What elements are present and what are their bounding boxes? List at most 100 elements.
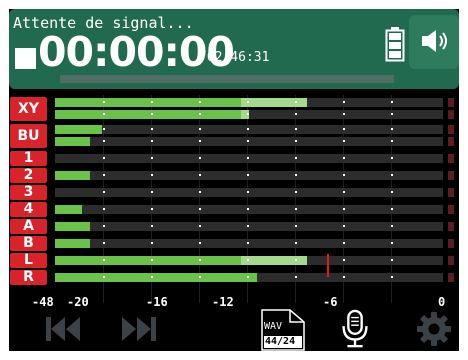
meter-tick — [199, 101, 201, 103]
skip-previous-icon[interactable] — [43, 309, 83, 349]
meter-tick — [343, 191, 345, 193]
track-label[interactable]: 1 — [10, 151, 47, 166]
meter-bar — [55, 273, 443, 282]
track-label[interactable]: A — [10, 219, 47, 234]
meter-tick — [343, 128, 345, 130]
meter-tick — [295, 191, 297, 193]
meter-tick — [295, 113, 297, 115]
meter-bar — [55, 205, 443, 214]
track-label[interactable]: R — [10, 270, 47, 285]
meter-bar — [55, 110, 443, 119]
skip-next-icon[interactable] — [119, 309, 159, 349]
clip-indicator — [448, 110, 454, 119]
track-label[interactable]: 4 — [10, 202, 47, 217]
meter-tick — [199, 259, 201, 261]
meter-tick — [103, 113, 105, 115]
stop-icon[interactable] — [15, 48, 36, 69]
meter-bar — [55, 239, 443, 248]
remaining-time: /02:46:31 — [199, 50, 270, 65]
speaker-button[interactable] — [409, 15, 459, 69]
meter-tick — [151, 191, 153, 193]
battery-icon — [385, 27, 405, 62]
meter-tick — [391, 225, 393, 227]
meter-bar — [55, 188, 443, 197]
track-label[interactable]: 3 — [10, 185, 47, 200]
meter-tick — [199, 157, 201, 159]
meter-tick — [343, 113, 345, 115]
meter-level-fill — [55, 98, 242, 107]
meter-tick — [247, 242, 249, 244]
clip-indicator — [448, 125, 454, 134]
meter-level-fill — [55, 110, 242, 119]
meter-tick — [151, 140, 153, 142]
meter-tick — [391, 174, 393, 176]
meter-tick — [199, 174, 201, 176]
clip-indicator — [448, 256, 454, 265]
meter-tick — [151, 128, 153, 130]
meter-bar — [55, 222, 443, 231]
clip-indicator — [448, 222, 454, 231]
track-label[interactable]: XY — [10, 97, 47, 121]
track-label[interactable]: B — [10, 236, 47, 251]
meter-level-fill — [55, 222, 90, 231]
wav-file-icon[interactable]: WAV 44/24 — [260, 309, 306, 351]
meter-tick — [247, 128, 249, 130]
meter-tick — [391, 208, 393, 210]
meter-level-fill — [55, 239, 90, 248]
meter-tick — [103, 242, 105, 244]
clip-indicator — [448, 154, 454, 163]
meter-tick — [295, 174, 297, 176]
meter-tick — [343, 208, 345, 210]
meter-tick — [247, 101, 249, 103]
track-label[interactable]: BU — [10, 124, 47, 148]
meter-level-fill — [55, 273, 257, 282]
level-meters: XY BU 1 2 3 4 A B L R — [9, 95, 459, 305]
progress-bar — [60, 75, 394, 83]
meter-peak-fill — [241, 98, 308, 107]
meter-tick — [103, 128, 105, 130]
meter-tick — [391, 113, 393, 115]
track-label[interactable]: 2 — [10, 168, 47, 183]
peak-hold-marker — [326, 254, 329, 277]
file-format-type: WAV — [264, 321, 283, 332]
meter-tick — [151, 208, 153, 210]
meter-tick — [247, 191, 249, 193]
meter-tick — [103, 276, 105, 278]
meter-level-fill — [55, 137, 90, 146]
meter-tick — [295, 157, 297, 159]
meter-tick — [343, 174, 345, 176]
clip-indicator — [448, 137, 454, 146]
track-2: 2 — [9, 168, 459, 183]
meter-bar — [55, 154, 443, 163]
meter-tick — [295, 276, 297, 278]
meter-tick — [343, 225, 345, 227]
meter-tick — [151, 276, 153, 278]
meter-bar — [55, 137, 443, 146]
clip-indicator — [448, 188, 454, 197]
microphone-icon[interactable] — [339, 309, 371, 349]
meter-tick — [151, 157, 153, 159]
track-r: R — [9, 270, 459, 285]
meter-tick — [151, 101, 153, 103]
meter-bar — [55, 125, 443, 134]
meter-tick — [247, 157, 249, 159]
recorder-screen: Attente de signal... 00:00:00 /02:46:31 … — [9, 9, 459, 351]
meter-tick — [295, 225, 297, 227]
meter-tick — [151, 113, 153, 115]
track-l: L — [9, 253, 459, 268]
gear-icon[interactable] — [414, 309, 454, 349]
meter-tick — [295, 242, 297, 244]
clip-indicator — [448, 205, 454, 214]
meter-tick — [295, 101, 297, 103]
track-bu: BU — [9, 124, 459, 148]
meter-tick — [391, 101, 393, 103]
clip-indicator — [448, 239, 454, 248]
meter-tick — [151, 259, 153, 261]
track-label[interactable]: L — [10, 253, 47, 268]
track-b: B — [9, 236, 459, 251]
file-format-spec: 44/24 — [265, 336, 296, 347]
meter-tick — [343, 259, 345, 261]
track-4: 4 — [9, 202, 459, 217]
meter-tick — [103, 101, 105, 103]
meter-tick — [247, 174, 249, 176]
